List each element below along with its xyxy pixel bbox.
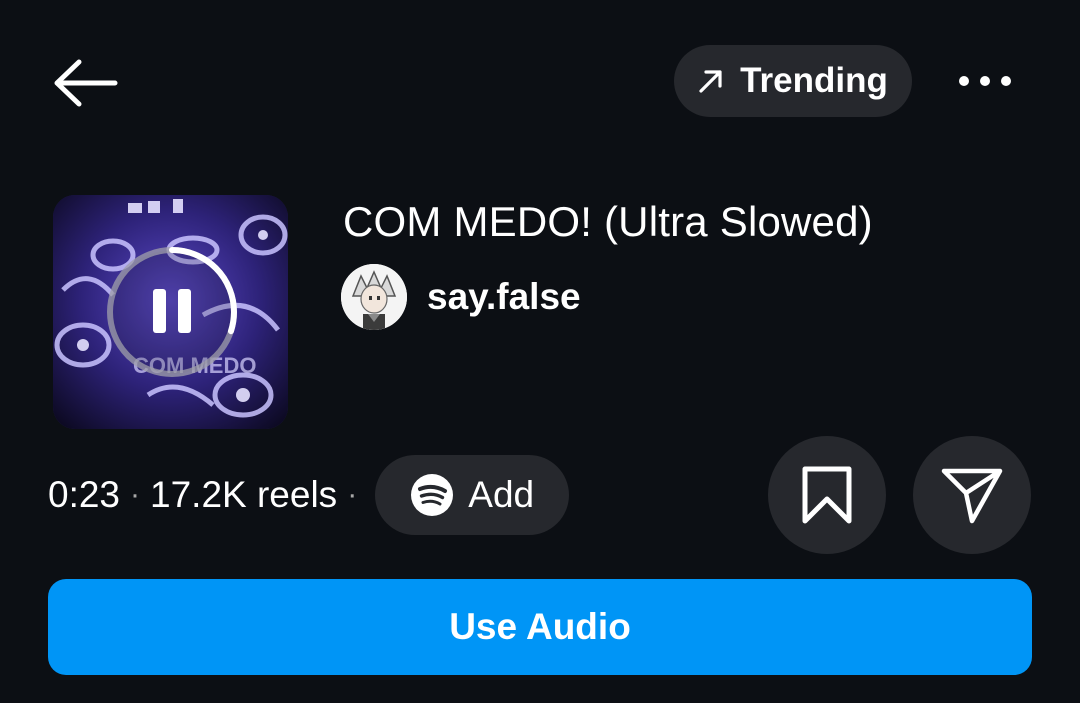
more-options-button[interactable] bbox=[950, 58, 1020, 104]
artist-name: say.false bbox=[427, 276, 581, 317]
track-duration: 0:23 bbox=[48, 474, 121, 515]
save-audio-button[interactable] bbox=[768, 436, 886, 554]
track-meta: 0:23 · 17.2K reels · Add bbox=[48, 455, 570, 535]
add-label: Add bbox=[468, 474, 535, 515]
use-audio-button[interactable]: Use Audio bbox=[48, 579, 1032, 675]
spotify-icon bbox=[411, 474, 454, 516]
reels-count: 17.2K reels bbox=[150, 474, 338, 515]
share-audio-button[interactable] bbox=[913, 436, 1031, 554]
avatar bbox=[341, 264, 407, 330]
trending-button[interactable]: Trending bbox=[674, 45, 912, 117]
trending-label: Trending bbox=[740, 61, 888, 100]
track-title: COM MEDO! (Ultra Slowed) bbox=[343, 198, 873, 245]
meta-separator: · bbox=[347, 478, 358, 511]
back-button[interactable] bbox=[44, 52, 124, 114]
track-cover-art: COM MEDO bbox=[53, 195, 288, 429]
send-icon bbox=[941, 468, 1003, 524]
trend-arrow-icon bbox=[699, 70, 722, 93]
audio-page: Trending MEDO COM MEDO! (Ultra Slowed) s… bbox=[0, 0, 1080, 703]
add-to-spotify-button[interactable]: Add bbox=[375, 455, 570, 535]
artist-link[interactable]: say.false bbox=[341, 264, 581, 330]
bookmark-icon bbox=[802, 466, 852, 524]
pause-button[interactable] bbox=[103, 243, 241, 381]
arrow-left-icon bbox=[54, 59, 118, 107]
meta-separator: · bbox=[130, 478, 141, 511]
more-horizontal-icon bbox=[959, 76, 1011, 86]
